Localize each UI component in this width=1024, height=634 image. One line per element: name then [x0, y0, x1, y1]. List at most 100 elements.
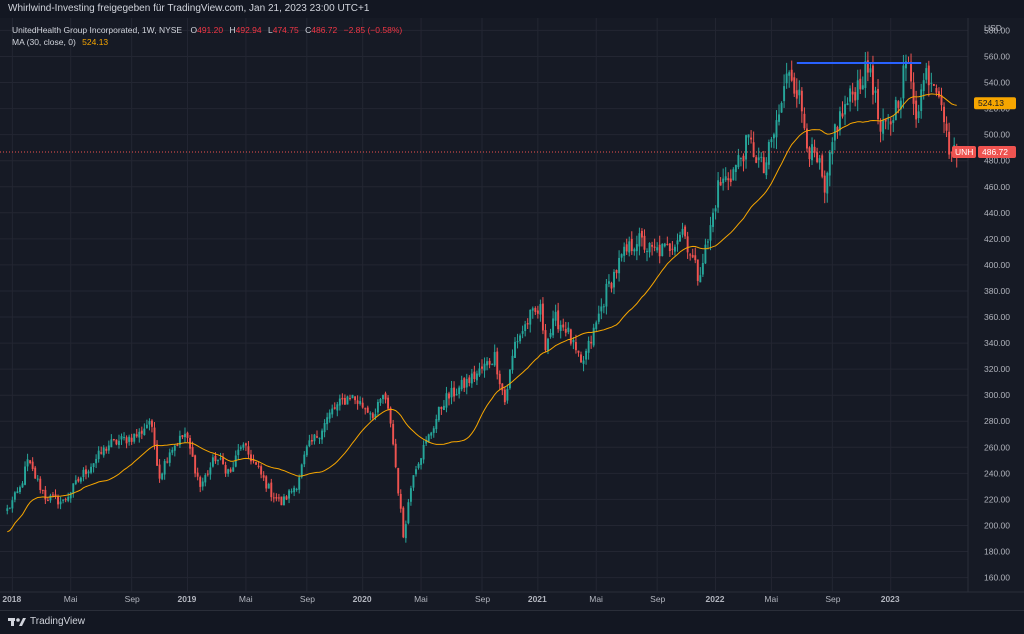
candle-body [95, 458, 98, 464]
candle-body [21, 483, 24, 488]
candle-body [222, 457, 225, 465]
currency-label: USD [984, 23, 1002, 33]
candle-body [580, 354, 582, 363]
candle-body [270, 482, 273, 498]
price-chart[interactable]: 580.00560.00540.00520.00500.00480.00460.… [0, 0, 1024, 610]
candle-body [869, 68, 872, 73]
candle-body [501, 383, 504, 391]
candle-body [138, 431, 141, 438]
candle-body [112, 439, 115, 441]
y-tick-label: 400.00 [984, 260, 1010, 270]
y-tick-label: 440.00 [984, 208, 1010, 218]
candle-body [394, 443, 397, 468]
candle-body [62, 499, 65, 501]
candle-body [524, 324, 527, 332]
candle-body [516, 341, 519, 343]
candle-body [526, 323, 529, 325]
candle-body [544, 330, 547, 351]
candle-body [590, 341, 593, 344]
candle-body [851, 91, 854, 95]
candle-body [181, 435, 184, 438]
candle-body [420, 458, 423, 465]
candle-body [440, 406, 443, 409]
candle-body [552, 318, 555, 336]
candle-body [595, 322, 598, 329]
candle-body [255, 462, 258, 465]
candle-body [821, 155, 824, 177]
x-tick-label: 2021 [528, 594, 547, 604]
x-tick-label: Mai [239, 594, 253, 604]
candle-body [97, 450, 100, 460]
candle-body [120, 436, 123, 440]
candle-body [620, 254, 623, 258]
candle-body [679, 234, 681, 242]
candle-body [491, 364, 494, 366]
candle-body [31, 461, 34, 470]
candle-body [361, 402, 364, 408]
ohlc-row: UnitedHealth Group Incorporated, 1W, NYS… [12, 24, 402, 36]
candle-body [643, 235, 646, 250]
candle-body [354, 396, 357, 401]
x-tick-label: Mai [414, 594, 428, 604]
candle-body [838, 111, 841, 131]
tradingview-icon [8, 617, 26, 626]
candle-body [506, 388, 509, 401]
ma-row: MA (30, close, 0) 524.13 [12, 36, 402, 48]
candle-body [300, 464, 303, 478]
low-value: 474.75 [272, 25, 299, 35]
candle-body [194, 455, 197, 474]
candle-body [36, 478, 39, 480]
candle-body [453, 387, 456, 397]
candle-body [417, 463, 420, 468]
x-tick-label: Sep [300, 594, 315, 604]
x-tick-label: 2020 [353, 594, 372, 604]
candle-body [854, 92, 857, 101]
candle-body [922, 80, 925, 92]
candle-body [912, 82, 915, 104]
y-tick-label: 500.00 [984, 130, 1010, 140]
candle-body [85, 469, 87, 475]
candle-body [859, 78, 862, 90]
tradingview-logo[interactable]: TradingView [8, 616, 85, 627]
candle-body [800, 90, 803, 112]
candle-body [539, 304, 542, 315]
x-tick-label: 2023 [881, 594, 900, 604]
candle-body [331, 408, 334, 415]
candle-body [351, 394, 354, 399]
candle-body [272, 497, 275, 499]
y-tick-label: 220.00 [984, 494, 1010, 504]
symbol-tag-label: UNH [955, 147, 973, 157]
candle-body [283, 496, 285, 506]
candle-body [717, 180, 720, 208]
candle-body [227, 469, 230, 474]
candle-body [508, 369, 511, 389]
candle-body [465, 379, 468, 388]
candle-body [13, 492, 16, 500]
y-tick-label: 320.00 [984, 364, 1010, 374]
candle-body [927, 65, 930, 86]
candle-body [16, 491, 19, 494]
candle-body [765, 162, 768, 176]
candle-body [229, 469, 232, 472]
candle-body [250, 454, 252, 462]
candle-body [572, 340, 575, 343]
y-tick-label: 340.00 [984, 338, 1010, 348]
high-value: 492.94 [235, 25, 262, 35]
candle-body [217, 460, 219, 462]
candle-body [803, 113, 806, 129]
candle-body [64, 499, 67, 501]
candle-body [889, 121, 892, 125]
candle-body [328, 412, 331, 419]
candle-body [640, 230, 643, 238]
y-tick-label: 380.00 [984, 286, 1010, 296]
candle-body [105, 448, 108, 451]
candle-body [653, 246, 656, 248]
footer-bar: TradingView [0, 610, 1024, 634]
candle-body [529, 309, 532, 325]
candle-body [397, 468, 400, 494]
change-value: −2.85 (−0.58%) [343, 25, 403, 35]
candle-body [460, 379, 463, 390]
candle-body [945, 123, 948, 131]
candle-body [366, 407, 369, 413]
candle-body [321, 430, 324, 440]
